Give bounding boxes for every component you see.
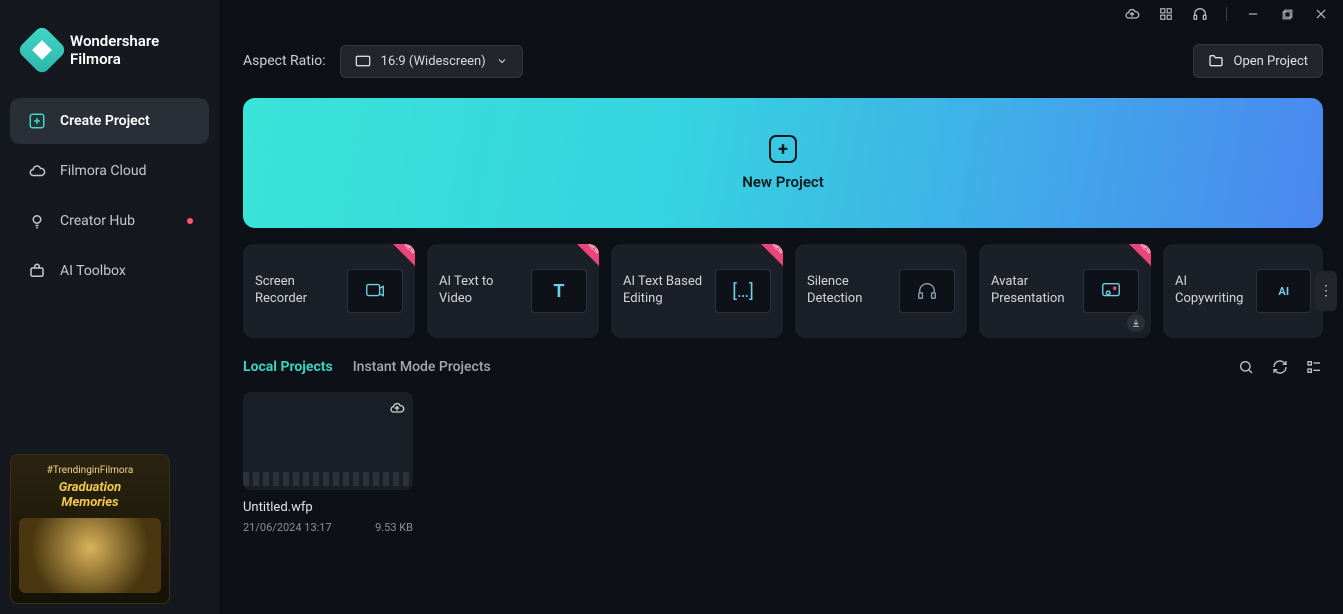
main-area: Aspect Ratio: 16:9 (Widescreen) Open Pro…: [219, 0, 1343, 614]
plus-icon: +: [769, 135, 797, 163]
download-icon: [1127, 314, 1145, 332]
nav-creator-hub[interactable]: Creator Hub: [10, 198, 209, 244]
tool-ai-copywriting[interactable]: AI Copywriting AI: [1163, 244, 1323, 338]
aspect-ratio-value: 16:9 (Widescreen): [381, 54, 486, 69]
tool-label: Avatar Presentation: [991, 274, 1081, 308]
tool-label: AI Text to Video: [439, 274, 529, 308]
tool-ai-text-editing[interactable]: AI Text Based Editing […]: [611, 244, 783, 338]
text-editing-icon: […]: [715, 269, 771, 313]
sidebar: Wondershare Filmora Create Project Filmo…: [0, 0, 219, 614]
monitor-icon: [355, 55, 371, 67]
project-size: 9.53 KB: [375, 521, 413, 534]
close-icon[interactable]: [1313, 6, 1329, 22]
tool-ai-text-video[interactable]: AI Text to Video T: [427, 244, 599, 338]
avatar-icon: [1083, 269, 1139, 313]
nav-label: Creator Hub: [60, 213, 135, 229]
maximize-icon[interactable]: [1279, 6, 1295, 22]
new-badge-icon: [761, 244, 783, 266]
cloud-icon: [28, 162, 46, 180]
tool-row: Screen Recorder AI Text to Video T AI Te…: [219, 244, 1343, 338]
top-row: Aspect Ratio: 16:9 (Widescreen) Open Pro…: [219, 28, 1343, 90]
nav-ai-toolbox[interactable]: AI Toolbox: [10, 248, 209, 294]
new-badge-icon: [577, 244, 599, 266]
list-view-icon[interactable]: [1305, 358, 1323, 376]
cloud-upload-icon[interactable]: [1124, 6, 1140, 22]
more-tools-button[interactable]: ⋮: [1315, 271, 1337, 311]
chevron-down-icon: [496, 55, 508, 67]
headphones-icon: [899, 269, 955, 313]
bulb-icon: [28, 212, 46, 230]
project-date: 21/06/2024 13:17: [243, 521, 332, 534]
window-titlebar: [219, 0, 1343, 28]
refresh-icon[interactable]: [1271, 358, 1289, 376]
cloud-upload-icon[interactable]: [389, 400, 405, 416]
minimize-icon[interactable]: [1245, 6, 1261, 22]
tool-avatar-presentation[interactable]: Avatar Presentation: [979, 244, 1151, 338]
promo-card[interactable]: #TrendinginFilmora Graduation Memories: [10, 454, 170, 604]
projects-grid: Untitled.wfp 21/06/2024 13:17 9.53 KB: [219, 384, 1343, 542]
nav-label: Filmora Cloud: [60, 163, 146, 179]
project-thumbnail: [243, 392, 413, 490]
nav-create-project[interactable]: Create Project: [10, 98, 209, 144]
tabs-row: Local Projects Instant Mode Projects: [219, 338, 1343, 384]
project-name: Untitled.wfp: [243, 500, 413, 515]
aspect-ratio-label: Aspect Ratio:: [243, 53, 326, 69]
tool-silence-detection[interactable]: Silence Detection: [795, 244, 967, 338]
promo-title: Graduation Memories: [59, 480, 121, 510]
headset-icon[interactable]: [1192, 6, 1208, 22]
plus-square-icon: [28, 112, 46, 130]
search-icon[interactable]: [1237, 358, 1255, 376]
new-project-button[interactable]: + New Project: [243, 98, 1323, 228]
nav-label: AI Toolbox: [60, 263, 126, 279]
new-badge-icon: [1129, 244, 1151, 266]
aspect-ratio-select[interactable]: 16:9 (Widescreen): [340, 45, 523, 78]
nav-label: Create Project: [60, 113, 150, 129]
tool-label: AI Copywriting: [1175, 274, 1256, 308]
nav-filmora-cloud[interactable]: Filmora Cloud: [10, 148, 209, 194]
grid-icon[interactable]: [1158, 6, 1174, 22]
brand-name: Wondershare Filmora: [70, 32, 159, 68]
logo-icon: [17, 25, 68, 76]
promo-tag: #TrendinginFilmora: [47, 465, 134, 476]
new-badge-icon: [393, 244, 415, 266]
folder-icon: [1208, 53, 1224, 69]
open-project-button[interactable]: Open Project: [1193, 44, 1324, 78]
toolbox-icon: [28, 262, 46, 280]
tool-label: Screen Recorder: [255, 274, 345, 308]
project-card[interactable]: Untitled.wfp 21/06/2024 13:17 9.53 KB: [243, 392, 413, 534]
project-meta: 21/06/2024 13:17 9.53 KB: [243, 521, 413, 534]
separator: [1226, 7, 1227, 21]
text-video-icon: T: [531, 269, 587, 313]
open-project-label: Open Project: [1234, 54, 1309, 69]
recorder-icon: [347, 269, 403, 313]
notification-dot-icon: [187, 218, 193, 224]
tab-local-projects[interactable]: Local Projects: [243, 359, 333, 375]
new-project-label: New Project: [742, 173, 824, 191]
sidebar-nav: Create Project Filmora Cloud Creator Hub…: [0, 88, 219, 294]
promo-image: [19, 518, 161, 593]
tab-instant-mode[interactable]: Instant Mode Projects: [353, 359, 491, 375]
tool-label: Silence Detection: [807, 274, 897, 308]
tool-label: AI Text Based Editing: [623, 274, 713, 308]
tool-screen-recorder[interactable]: Screen Recorder: [243, 244, 415, 338]
app-logo: Wondershare Filmora: [0, 0, 219, 88]
ai-icon: AI: [1256, 269, 1311, 313]
